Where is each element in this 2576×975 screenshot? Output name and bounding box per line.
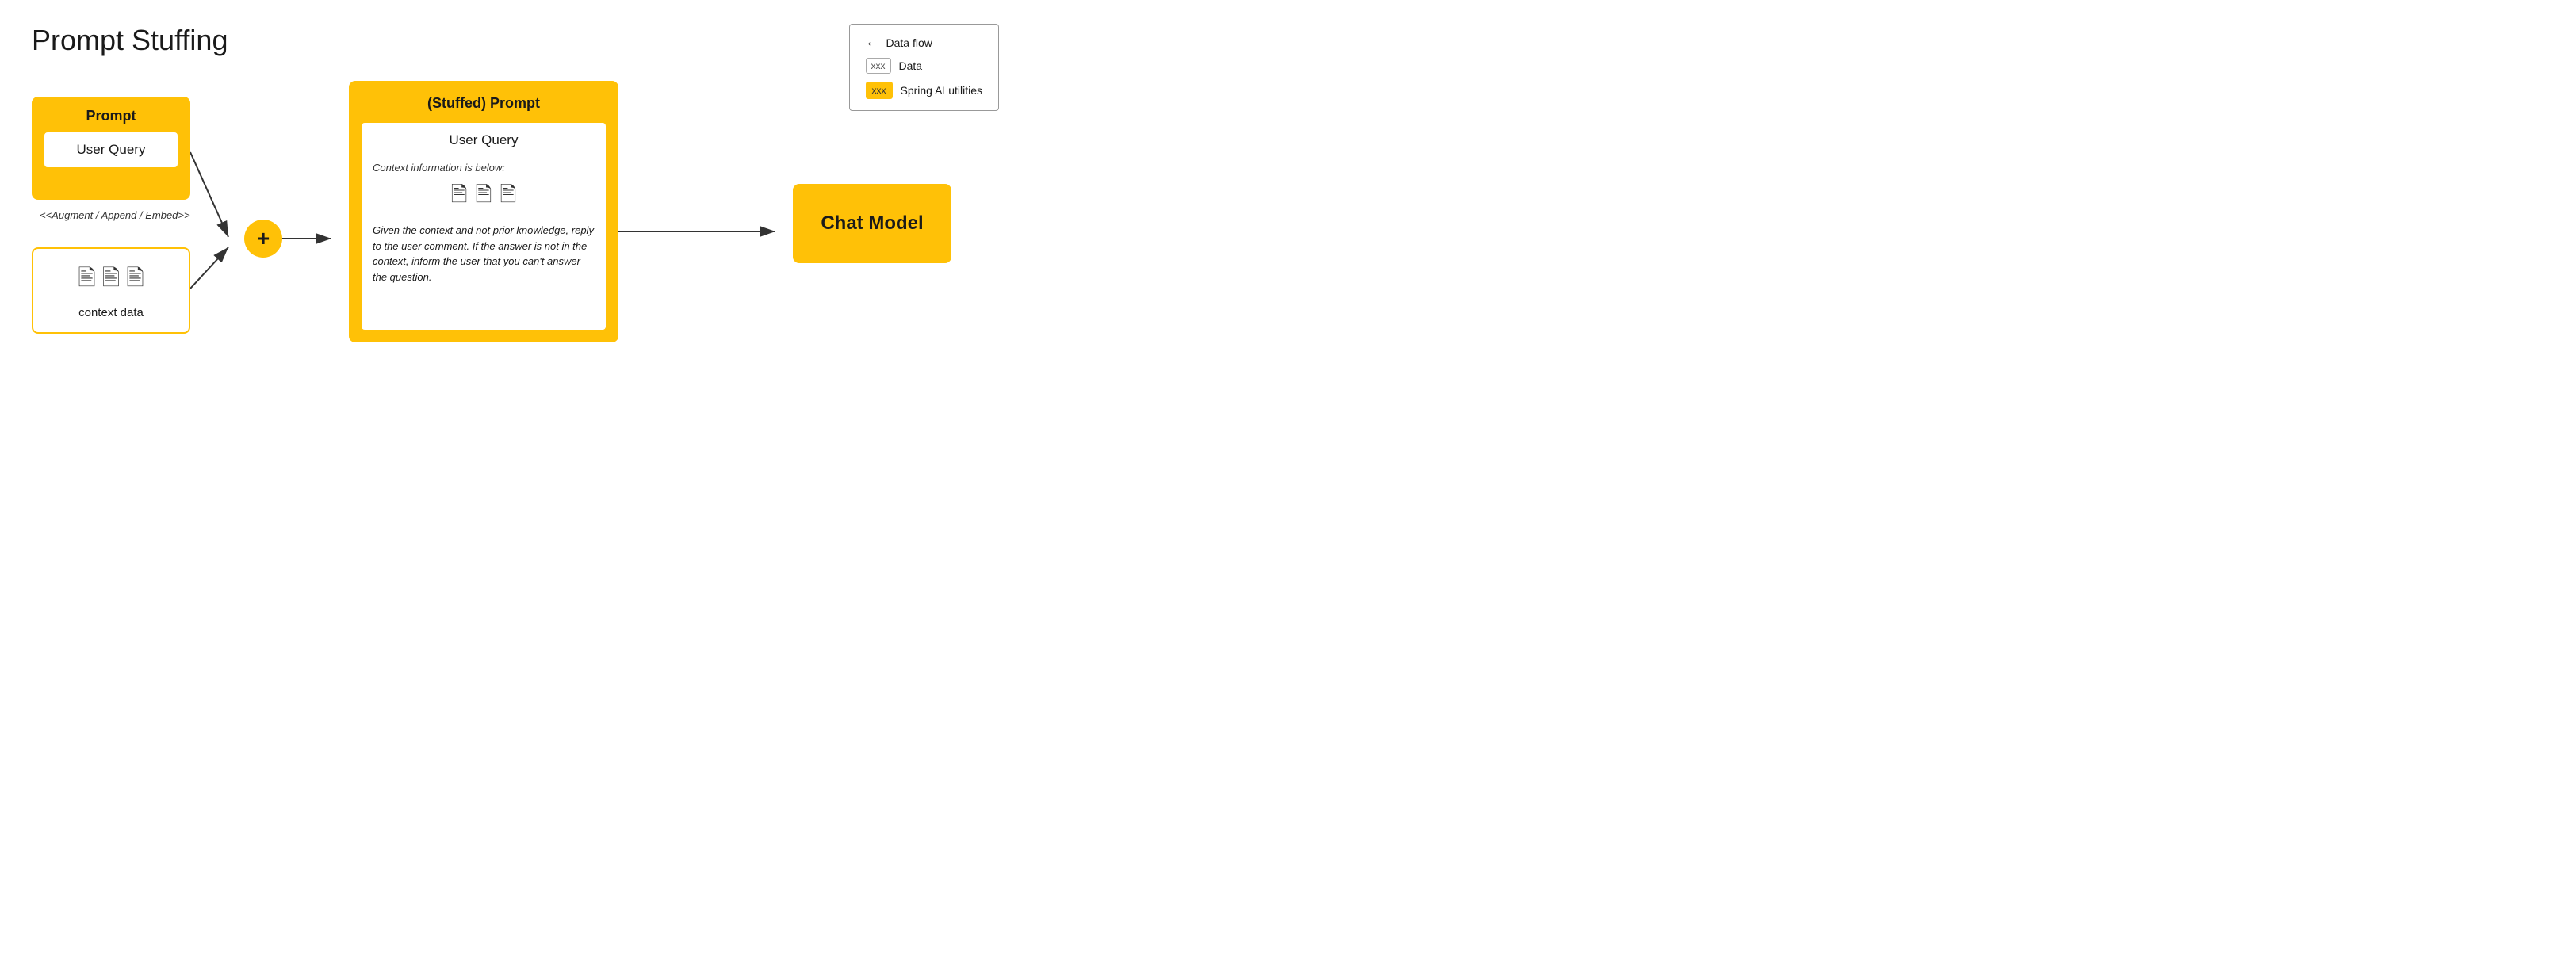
legend-data-flow-label: Data flow xyxy=(886,36,932,49)
legend-data-label: Data xyxy=(899,59,923,72)
stuffed-doc-icon-3: 🖹 xyxy=(500,180,516,215)
legend-data-flow: ← Data flow xyxy=(866,36,983,50)
context-box: 🖹 🖹 🖹 context data xyxy=(32,247,190,334)
legend-data: xxx Data xyxy=(866,58,983,74)
stuffed-icons: 🖹 🖹 🖹 xyxy=(373,180,595,215)
plus-circle: + xyxy=(244,220,282,258)
chat-model-box: Chat Model xyxy=(793,184,951,263)
stuffed-user-query: User Query xyxy=(373,132,595,155)
stuffed-doc-icon-1: 🖹 xyxy=(451,180,468,215)
doc-icon-2: 🖹 xyxy=(102,262,121,300)
arrow-icon: ← xyxy=(866,36,878,50)
chat-model-label: Chat Model xyxy=(821,212,923,235)
diagram: Prompt User Query <<Augment / Append / E… xyxy=(32,81,983,398)
stuffed-body-text: Given the context and not prior knowledg… xyxy=(373,223,595,285)
augment-text: <<Augment / Append / Embed>> xyxy=(40,209,190,221)
stuffed-inner: User Query Context information is below:… xyxy=(360,121,607,331)
doc-icon-1: 🖹 xyxy=(78,262,96,300)
legend-data-box: xxx xyxy=(866,58,891,74)
doc-icon-3: 🖹 xyxy=(126,262,144,300)
context-info-text: Context information is below: xyxy=(373,162,595,174)
stuffed-box-title: (Stuffed) Prompt xyxy=(360,92,607,115)
user-query-box: User Query xyxy=(43,131,179,169)
context-label: context data xyxy=(78,306,144,319)
stuffed-prompt-box: (Stuffed) Prompt User Query Context info… xyxy=(349,81,618,342)
context-icons: 🖹 🖹 🖹 xyxy=(78,262,144,300)
plus-symbol: + xyxy=(257,226,270,251)
prompt-box-title: Prompt xyxy=(86,108,136,124)
prompt-box: Prompt User Query xyxy=(32,97,190,200)
stuffed-doc-icon-2: 🖹 xyxy=(476,180,492,215)
